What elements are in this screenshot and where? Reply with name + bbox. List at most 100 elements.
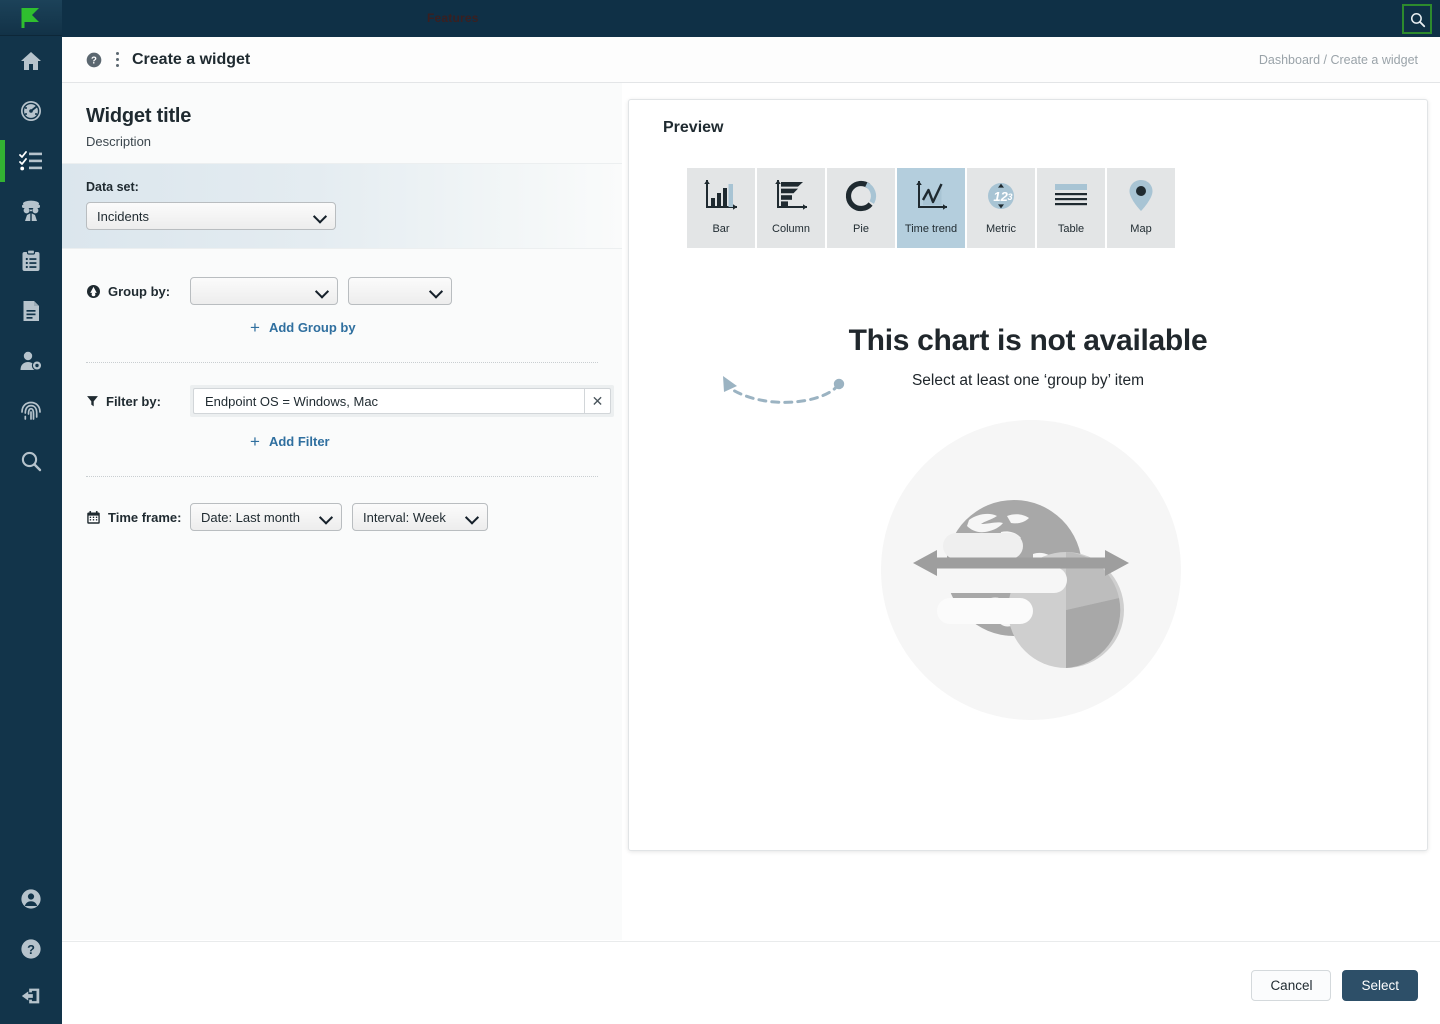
dataset-select-wrap: Incidents [86,202,622,230]
sidebar-item-threat-hunting[interactable] [0,186,62,236]
widget-title-block: Widget title Description [62,83,622,163]
widget-title-text[interactable]: Widget title [86,105,622,128]
metric-123-icon: 12 3 [983,168,1019,224]
sidebar-item-playbooks[interactable] [0,236,62,286]
pie-chart-icon [843,168,879,224]
spy-icon [22,200,40,221]
add-group-by-label: Add Group by [268,320,356,335]
search-icon [1410,12,1425,27]
plus-icon: + [250,432,260,451]
filter-by-label-wrap: Filter by: [86,394,190,409]
chart-type-time-trend-label: Time trend [904,223,958,235]
cancel-button[interactable]: Cancel [1251,970,1332,1001]
group-by-select-2[interactable] [348,277,452,305]
line-chart-icon [912,168,950,224]
sidebar-item-reports[interactable] [0,286,62,336]
chart-type-selector: Bar Column Pie Time trend 12 3 Metric Ta… [687,168,1175,248]
flag-logo-icon [21,7,39,28]
sidebar-item-settings-users[interactable] [0,336,62,386]
footer-bar: Cancel Select [62,941,1440,1024]
group-by-selects [190,277,452,305]
chart-type-map[interactable]: Map [1107,168,1175,248]
chart-type-table-label: Table [1057,223,1085,235]
widget-form-pane: Widget title Description Data set: Incid… [62,83,622,940]
plus-icon: + [250,318,260,337]
document-icon [23,301,39,321]
table-icon [1052,168,1090,224]
page-title: Create a widget [132,50,251,68]
chart-type-time-trend[interactable]: Time trend [897,168,965,248]
dataset-select[interactable]: Incidents [86,202,336,230]
time-frame-date-select[interactable]: Date: Last month [190,503,342,531]
page-help-button[interactable]: ? [86,52,102,68]
filter-value-field[interactable]: Endpoint OS = Windows, Mac [193,388,584,414]
add-filter-label: Add Filter [268,434,330,449]
chart-type-pie[interactable]: Pie [827,168,895,248]
kebab-menu-icon [115,51,119,69]
sidebar-item-search[interactable] [0,436,62,486]
chart-type-column-label: Column [772,223,810,235]
map-pin-icon [1126,168,1156,224]
sidebar-item-forensics[interactable] [0,386,62,436]
group-by-icon [87,284,100,298]
footer-buttons: Cancel Select [1251,970,1418,1001]
filter-chip: Endpoint OS = Windows, Mac ✕ [190,385,614,417]
app-logo[interactable] [0,0,62,36]
group-by-select-1[interactable] [190,277,338,305]
add-filter-button[interactable]: + Add Filter [250,433,330,450]
time-frame-label: Time frame: [108,509,182,525]
divider-1 [86,362,598,363]
sidebar-item-help[interactable]: ? [0,924,62,974]
empty-state-title: This chart is not available [848,324,1208,357]
global-search-button[interactable] [1402,4,1432,34]
svg-text:?: ? [91,55,97,66]
group-by-row: Group by: [62,277,622,305]
dataset-section: Data set: Incidents [62,163,622,249]
filter-clear-button[interactable]: ✕ [584,388,611,414]
clipboard-icon [22,249,40,271]
svg-text:12: 12 [993,189,1008,204]
time-frame-label-wrap: Time frame: [86,510,190,525]
sidebar-item-incidents[interactable] [0,136,62,186]
group-by-label: Group by: [108,283,171,299]
home-icon [21,52,41,70]
preview-panel: Preview Bar Column Pie Time trend 12 3 M… [628,99,1428,851]
page-kebab-menu[interactable] [110,51,124,69]
preview-title: Preview [663,119,724,136]
svg-text:3: 3 [1007,192,1012,202]
add-group-by-button[interactable]: + Add Group by [250,319,356,336]
time-frame-row: Time frame: Date: Last month Interval: W… [62,503,622,531]
filter-funnel-icon [87,396,98,407]
curved-arrow-icon [723,376,845,404]
filter-by-row: Filter by: Endpoint OS = Windows, Mac ✕ [62,385,622,417]
sidebar-item-home[interactable] [0,36,62,86]
logout-icon [21,988,40,1004]
select-button[interactable]: Select [1342,970,1418,1001]
page-header: ? Create a widget Dashboard / Create a w… [62,37,1440,83]
chart-type-metric[interactable]: 12 3 Metric [967,168,1035,248]
dataset-label: Data set: [86,180,139,194]
fingerprint-icon [21,401,41,420]
group-by-label-wrap: Group by: [86,284,190,299]
checklist-icon [19,151,42,171]
sidebar-item-account[interactable] [0,874,62,924]
chart-type-column[interactable]: Column [757,168,825,248]
question-circle-icon: ? [86,52,102,67]
topbar-faint-label: Features [427,11,479,25]
chart-type-pie-label: Pie [853,223,869,235]
breadcrumb: Dashboard / Create a widget [1258,52,1418,67]
svg-text:?: ? [27,942,35,957]
widget-description-text[interactable]: Description [86,134,622,149]
chart-type-table[interactable]: Table [1037,168,1105,248]
chart-type-map-label: Map [1130,223,1152,235]
sidebar-item-logout[interactable] [0,974,62,1024]
divider-2 [86,476,598,477]
account-icon [21,889,41,909]
bar-chart-icon [702,168,740,224]
chart-type-metric-label: Metric [986,223,1016,235]
chart-type-bar[interactable]: Bar [687,168,755,248]
calendar-icon [87,510,100,524]
user-gear-icon [20,351,43,371]
time-frame-interval-select[interactable]: Interval: Week [352,503,488,531]
sidebar-item-dashboard[interactable] [0,86,62,136]
